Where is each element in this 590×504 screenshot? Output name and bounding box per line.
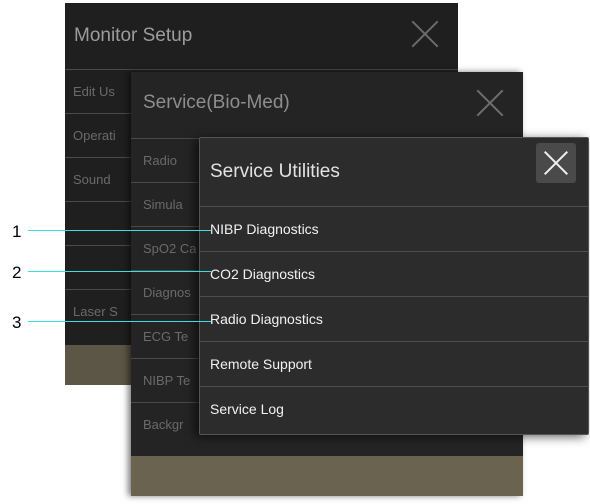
service-log-item[interactable]: Service Log: [200, 386, 588, 431]
service-biomed-close-icon[interactable]: [475, 88, 505, 118]
monitor-setup-close-icon[interactable]: [410, 19, 440, 49]
callout-number: 1: [12, 222, 22, 241]
service-biomed-title: Service(Bio-Med): [143, 92, 290, 113]
remote-support-item[interactable]: Remote Support: [200, 341, 588, 386]
callout-number: 3: [12, 313, 22, 332]
close-icon[interactable]: [536, 143, 576, 183]
co2-diagnostics-item[interactable]: CO2 Diagnostics: [200, 251, 588, 296]
callout-line: [28, 321, 211, 322]
nibp-diagnostics-item[interactable]: NIBP Diagnostics: [200, 206, 588, 251]
service-biomed-footer: [131, 456, 523, 496]
service-utilities-dialog: Service Utilities NIBP Diagnostics CO2 D…: [199, 137, 589, 435]
callout-number: 2: [12, 263, 22, 282]
monitor-setup-title: Monitor Setup: [74, 25, 193, 46]
radio-diagnostics-item[interactable]: Radio Diagnostics: [200, 296, 588, 341]
callout-line: [28, 271, 211, 272]
callout-line: [28, 230, 211, 231]
service-utilities-title: Service Utilities: [210, 161, 340, 182]
